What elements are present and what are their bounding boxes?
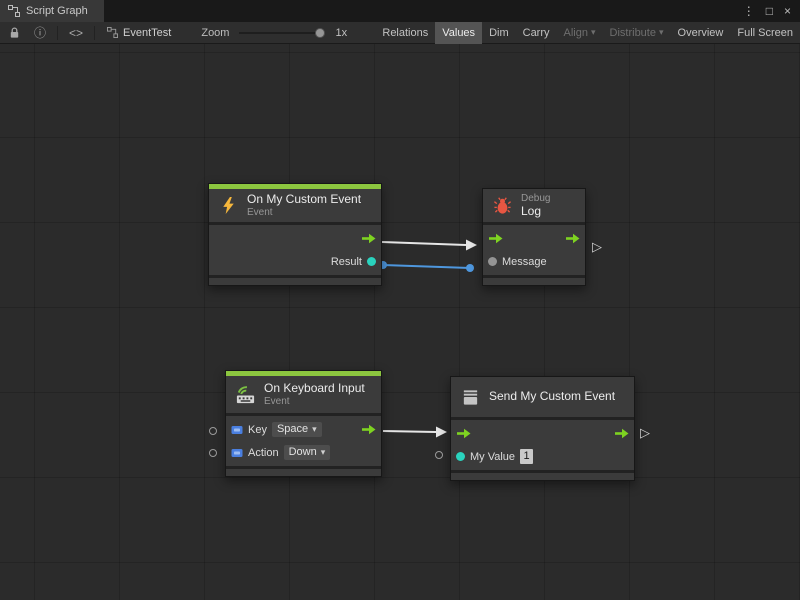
flow-continuation-arrow: ▷ (592, 240, 602, 253)
close-icon[interactable]: × (784, 5, 791, 17)
script-graph-icon (8, 5, 20, 17)
flow-connection-keyboard-to-send (383, 427, 447, 438)
node-subtitle: Event (247, 207, 361, 219)
my-value-input-port[interactable] (456, 452, 465, 461)
align-label: Align (564, 22, 588, 44)
node-on-my-custom-event[interactable]: On My Custom Event Event Result (208, 183, 382, 286)
node-header[interactable]: On My Custom Event Event (209, 189, 381, 222)
chevron-down-icon: ▾ (591, 28, 596, 37)
node-header[interactable]: Send My Custom Event (451, 377, 634, 417)
toolbar-separator (94, 26, 95, 40)
node-header[interactable]: Debug Log (483, 189, 585, 222)
node-category: Debug (521, 193, 550, 205)
node-footer (226, 469, 381, 476)
node-title: On My Custom Event (247, 193, 361, 207)
toolbar-separator (57, 26, 58, 40)
align-dropdown[interactable]: Align ▾ (557, 22, 603, 44)
script-graph-tab[interactable]: Script Graph (0, 0, 104, 22)
key-port-label: Key (248, 424, 267, 436)
my-value-port-label: My Value (470, 451, 515, 463)
chevron-down-icon: ▾ (659, 28, 664, 37)
graph-asset-name: EventTest (123, 27, 171, 39)
flow-output-port[interactable] (614, 428, 629, 439)
key-dropdown-value: Space (277, 423, 308, 435)
chevron-down-icon: ▾ (321, 448, 326, 457)
my-value-field[interactable]: 1 (520, 449, 533, 464)
flow-output-port[interactable] (361, 233, 376, 244)
node-title: On Keyboard Input (264, 382, 365, 396)
connections-layer (0, 44, 800, 600)
result-port-label: Result (331, 256, 362, 268)
flow-output-port[interactable] (361, 424, 376, 435)
flow-input-port[interactable] (488, 233, 503, 244)
graph-canvas[interactable]: On My Custom Event Event Result (0, 44, 800, 600)
zoom-label: Zoom (201, 27, 229, 39)
distribute-label: Distribute (610, 22, 656, 44)
bug-icon (490, 194, 514, 218)
node-debug-log[interactable]: Debug Log (482, 188, 586, 286)
carry-button[interactable]: Carry (516, 22, 557, 44)
action-port-label: Action (248, 447, 279, 459)
keyboard-icon (233, 383, 257, 407)
info-icon[interactable]: ⓘ (27, 24, 53, 41)
custom-event-icon (458, 385, 482, 409)
menu-icon[interactable]: ⋮ (743, 5, 755, 17)
distribute-dropdown[interactable]: Distribute ▾ (603, 22, 671, 44)
zoom-slider[interactable] (239, 32, 325, 34)
zoom-slider-knob[interactable] (315, 28, 325, 38)
key-dropdown[interactable]: Space ▾ (272, 422, 322, 437)
titlebar-spacer (104, 0, 743, 22)
result-value-output-port[interactable] (367, 257, 376, 266)
overview-button[interactable]: Overview (671, 22, 731, 44)
action-dropdown-value: Down (289, 446, 317, 458)
flow-input-port[interactable] (456, 428, 471, 439)
action-dropdown[interactable]: Down ▾ (284, 445, 331, 460)
tab-title: Script Graph (26, 5, 88, 17)
lightning-bolt-icon (216, 194, 240, 218)
node-send-my-custom-event[interactable]: Send My Custom Event (450, 376, 635, 481)
node-title: Log (521, 205, 550, 219)
message-port-label: Message (502, 256, 547, 268)
flow-connection-event-to-log (382, 240, 477, 251)
code-icon[interactable]: <> (62, 26, 90, 40)
node-footer (209, 278, 381, 285)
chevron-down-icon: ▾ (312, 425, 317, 434)
keycode-type-icon (231, 424, 243, 436)
external-input-port-my-value[interactable] (435, 451, 443, 459)
node-footer (451, 473, 634, 480)
node-on-keyboard-input[interactable]: On Keyboard Input Event Key Space ▾ (225, 370, 382, 477)
graph-asset-breadcrumb[interactable]: EventTest (99, 27, 179, 39)
graph-toolbar: ⓘ <> EventTest Zoom 1x Relations Values … (0, 22, 800, 44)
message-value-input-port[interactable] (488, 257, 497, 266)
value-connection-result-to-message (379, 261, 474, 272)
node-footer (483, 278, 585, 285)
fullscreen-button[interactable]: Full Screen (730, 22, 800, 44)
external-input-port-action[interactable] (209, 449, 217, 457)
flow-continuation-arrow: ▷ (640, 426, 650, 439)
node-header[interactable]: On Keyboard Input Event (226, 376, 381, 413)
values-button[interactable]: Values (435, 22, 482, 44)
window-titlebar: Script Graph ⋮ □ × (0, 0, 800, 22)
press-state-type-icon (231, 447, 243, 459)
node-title: Send My Custom Event (489, 390, 615, 404)
external-input-port-key[interactable] (209, 427, 217, 435)
dim-button[interactable]: Dim (482, 22, 516, 44)
graph-asset-icon (107, 27, 118, 38)
zoom-value: 1x (335, 27, 347, 39)
maximize-icon[interactable]: □ (766, 5, 773, 17)
node-subtitle: Event (264, 396, 365, 408)
relations-button[interactable]: Relations (375, 22, 435, 44)
flow-output-port[interactable] (565, 233, 580, 244)
lock-icon[interactable] (2, 27, 27, 39)
